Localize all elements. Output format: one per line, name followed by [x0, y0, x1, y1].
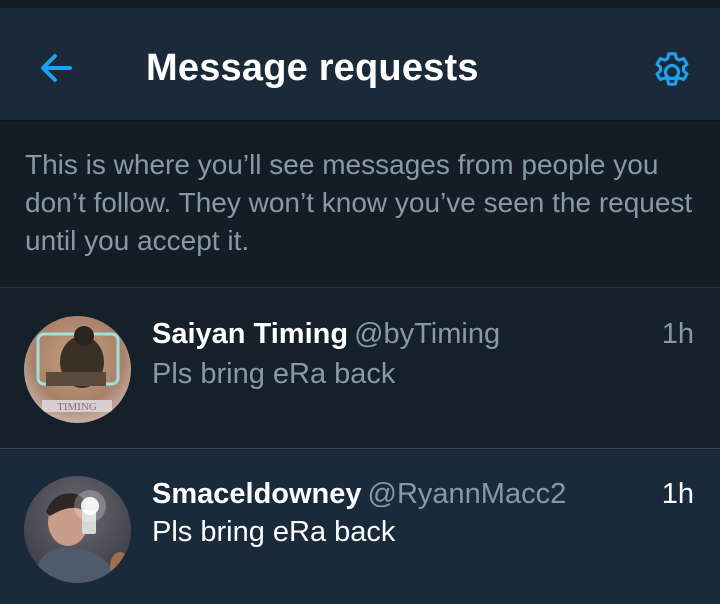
- sender-line: Saiyan Timing @byTiming: [152, 316, 500, 352]
- info-text: This is where you’ll see messages from p…: [25, 149, 693, 256]
- arrow-left-icon: [41, 54, 72, 82]
- sender-handle: @RyannMacc2: [367, 478, 567, 510]
- timestamp: 1h: [661, 478, 694, 510]
- sender-name: Saiyan Timing: [152, 318, 349, 350]
- settings-button[interactable]: [646, 46, 698, 98]
- message-preview: Pls bring eRa back: [152, 516, 396, 548]
- sender-handle: @byTiming: [354, 318, 501, 350]
- avatar-label: TIMING: [57, 401, 97, 413]
- message-request-row[interactable]: TIMING Saiyan Timing @byTiming 1h Pls bri…: [0, 288, 720, 449]
- avatar[interactable]: TIMING: [24, 316, 131, 423]
- page-title: Message requests: [146, 47, 479, 89]
- status-bar-strip: [0, 0, 720, 8]
- avatar-image: [24, 476, 131, 583]
- app-header: Message requests: [0, 8, 720, 121]
- message-request-row[interactable]: Smaceldowney @RyannMacc2 1h Pls bring eRa…: [0, 450, 720, 604]
- gear-icon: [655, 52, 689, 86]
- timestamp: 1h: [661, 318, 694, 350]
- sender-name: Smaceldowney: [152, 478, 362, 510]
- back-button[interactable]: [30, 42, 82, 94]
- avatar[interactable]: [24, 476, 131, 583]
- sender-line: Smaceldowney @RyannMacc2: [152, 476, 566, 512]
- message-preview: Pls bring eRa back: [152, 358, 396, 390]
- avatar-image: TIMING: [24, 316, 131, 423]
